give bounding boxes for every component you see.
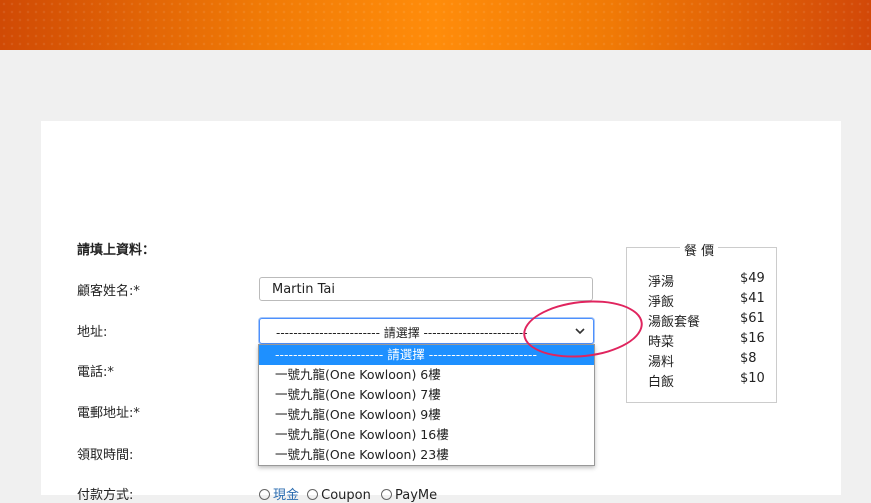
- address-label: 地址:: [77, 325, 108, 340]
- address-select-value: ------------------------ 請選擇 -----------…: [276, 326, 528, 340]
- price-item-name: 時菜: [648, 335, 675, 350]
- address-option[interactable]: 一號九龍(One Kowloon) 6樓: [259, 365, 594, 385]
- address-option[interactable]: 一號九龍(One Kowloon) 16樓: [259, 425, 594, 445]
- customer-name-input[interactable]: [259, 277, 593, 301]
- address-option[interactable]: 一號九龍(One Kowloon) 9樓: [259, 405, 594, 425]
- price-item-value: $10: [740, 371, 765, 386]
- price-item-value: $49: [740, 271, 765, 286]
- payment-options: 現金 Coupon PayMe: [259, 484, 437, 503]
- email-label: 電郵地址:*: [77, 406, 140, 421]
- customer-name-label: 顧客姓名:*: [77, 284, 140, 299]
- pickup-time-label: 領取時間:: [77, 448, 134, 463]
- price-item-name: 白飯: [648, 375, 675, 390]
- price-item-name: 湯飯套餐: [648, 315, 701, 330]
- payment-coupon-label: Coupon: [321, 488, 371, 503]
- address-option[interactable]: 一號九龍(One Kowloon) 7樓: [259, 385, 594, 405]
- payment-cash-label: 現金: [273, 488, 300, 503]
- payment-payme-label: PayMe: [395, 488, 438, 503]
- form-section-title: 請填上資料：: [77, 243, 156, 258]
- header-banner: [0, 0, 871, 50]
- price-item-name: 淨飯: [648, 295, 675, 310]
- price-item-value: $61: [740, 311, 765, 326]
- price-item-value: $16: [740, 331, 765, 346]
- phone-label: 電話:*: [77, 365, 114, 380]
- address-dropdown-list: ------------------------ 請選擇 -----------…: [258, 344, 595, 466]
- address-option[interactable]: 一號九龍(One Kowloon) 23樓: [259, 445, 594, 465]
- price-item-value: $8: [740, 351, 757, 366]
- price-item-name: 淨湯: [648, 275, 675, 290]
- price-item-name: 湯料: [648, 355, 675, 370]
- payment-method-label: 付款方式:: [77, 488, 134, 503]
- price-list-title: 餐 價: [680, 240, 719, 259]
- price-item-value: $41: [740, 291, 765, 306]
